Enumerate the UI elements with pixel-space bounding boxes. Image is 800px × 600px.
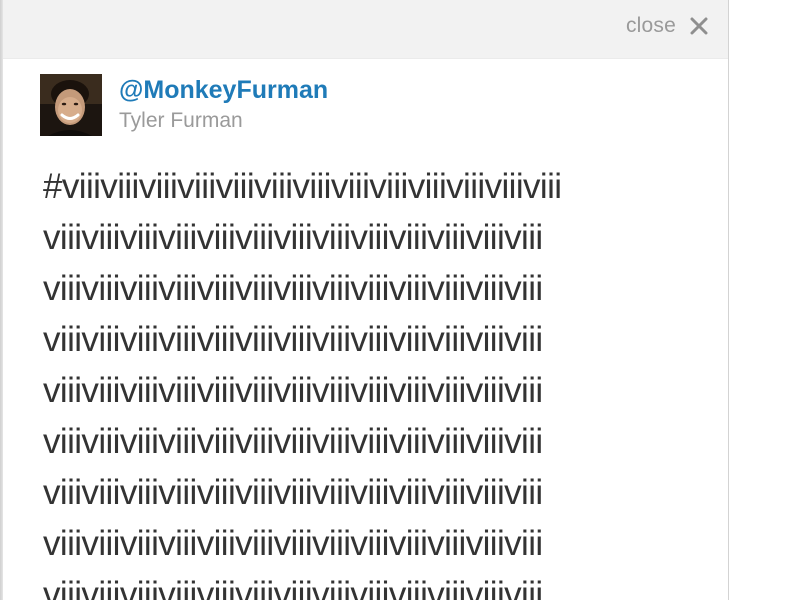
page: close @MonkeyFurman Tyler Furman #viiivi… (0, 0, 800, 600)
tweet-line: viiiviiiviiiviiiviiiviiiviiiviiiviiiviii… (43, 218, 543, 257)
tweet-line: #viiiviiiviiiviiiviiiviiiviiiviiiviiivii… (43, 167, 562, 206)
tweet-line: viiiviiiviiiviiiviiiviiiviiiviiiviiiviii… (43, 422, 543, 461)
tweet-line: viiiviiiviiiviiiviiiviiiviiiviiiviiiviii… (43, 269, 543, 308)
tweet-line: viiiviiiviiiviiiviiiviiiviiiviiiviiiviii… (43, 320, 543, 359)
close-button[interactable]: close (626, 14, 708, 38)
avatar[interactable] (40, 74, 102, 136)
author-name: Tyler Furman (119, 109, 243, 132)
close-x-icon[interactable] (690, 17, 708, 35)
popup-header: close (3, 0, 728, 59)
tweet-line: viiiviiiviiiviiiviiiviiiviiiviiiviiiviii… (43, 371, 543, 410)
tweet-popup: close @MonkeyFurman Tyler Furman #viiivi… (3, 0, 729, 600)
tweet-line: viiiviiiviiiviiiviiiviiiviiiviiiviiiviii… (43, 575, 543, 600)
tweet-text: #viiiviiiviiiviiiviiiviiiviiiviiiviiivii… (43, 161, 693, 600)
author-handle[interactable]: @MonkeyFurman (119, 74, 328, 106)
tweet-line: viiiviiiviiiviiiviiiviiiviiiviiiviiiviii… (43, 524, 543, 563)
close-label[interactable]: close (626, 14, 676, 38)
tweet-line: viiiviiiviiiviiiviiiviiiviiiviiiviiiviii… (43, 473, 543, 512)
author-names: @MonkeyFurman Tyler Furman (119, 74, 328, 137)
tweet-author: @MonkeyFurman Tyler Furman (40, 74, 328, 137)
